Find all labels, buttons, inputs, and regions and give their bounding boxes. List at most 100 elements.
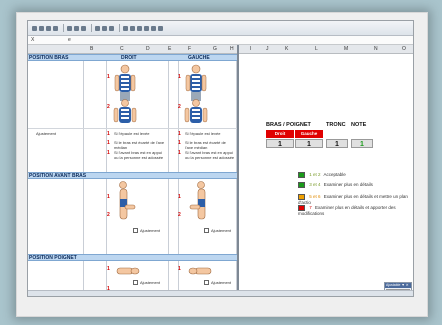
section-header-bras: POSITION BRAS DROIT GAUCHE	[28, 54, 237, 61]
droit-note: Si l'avant bras est en appui ou la perso…	[114, 150, 164, 160]
sheet-right-pane: BRAS / POIGNET TRONC NOTE Droit Gauche 1…	[240, 54, 413, 296]
cut-icon[interactable]	[67, 25, 72, 31]
ajustement-label: Ajustement	[36, 131, 57, 136]
wrist-figure-gauche	[188, 267, 212, 275]
ajustement-checkbox-gauche[interactable]: Ajustement	[204, 228, 232, 234]
legend-swatch	[298, 194, 305, 200]
score-number: 1	[107, 150, 110, 156]
arm-figure-gauche	[185, 64, 207, 101]
fill-icon[interactable]	[151, 25, 156, 31]
col-header[interactable]: E	[168, 45, 171, 53]
chart-icon[interactable]	[102, 25, 107, 31]
spreadsheet-window: X e B C D E F G H I J K L M N O POSITION…	[27, 20, 414, 297]
score-number: 1	[107, 266, 110, 272]
redo-icon[interactable]	[53, 25, 58, 31]
legend-text: Acceptable	[323, 172, 346, 178]
checkbox-icon[interactable]	[204, 280, 209, 286]
status-bar	[28, 290, 413, 296]
legend-level: 1 et 2	[309, 172, 321, 178]
save-icon[interactable]	[32, 25, 37, 31]
italic-icon[interactable]	[130, 25, 135, 31]
pane-splitter[interactable]	[237, 45, 239, 296]
score-number: 1	[107, 131, 110, 137]
col-header[interactable]: O	[402, 45, 406, 53]
zoom-icon[interactable]	[109, 25, 114, 31]
col-header[interactable]: L	[315, 45, 318, 53]
score-number: 1	[107, 140, 110, 146]
formula-value[interactable]: e	[68, 36, 71, 44]
toolbar	[28, 21, 413, 36]
wrist-figure-droit	[116, 267, 140, 275]
checkbox-label: Ajustement	[140, 228, 161, 233]
section-title: POSITION POIGNET	[29, 255, 77, 261]
copy-icon[interactable]	[74, 25, 79, 31]
col-header[interactable]: N	[374, 45, 378, 53]
ajustement-checkbox-gauche[interactable]: Ajustement	[204, 280, 231, 286]
sort-icon[interactable]	[95, 25, 100, 31]
section-title: POSITION AVANT BRAS	[29, 173, 87, 179]
summary-header-bras: BRAS / POIGNET	[266, 122, 311, 128]
header-droit: DROIT	[121, 55, 137, 61]
summary-value-droit: 1	[266, 139, 294, 148]
gauche-note: Si l'avant bras est en appui ou la perso…	[185, 150, 235, 160]
summary-sub-gauche: Gauche	[295, 130, 323, 138]
font-color-icon[interactable]	[158, 25, 163, 31]
checkbox-label: Ajustement	[211, 228, 232, 233]
score-number: 1	[178, 74, 181, 80]
arm-figure-gauche	[184, 99, 208, 123]
droit-note: Si le bras est écarté de l'axe médian	[114, 140, 165, 150]
summary-sub-droit: Droit	[266, 130, 294, 138]
score-number: 1	[178, 194, 181, 200]
gauche-note: Si l'épaule est levée	[185, 131, 221, 136]
score-number: 2	[178, 212, 181, 218]
score-number: 1	[178, 266, 181, 272]
score-number: 2	[107, 104, 110, 110]
undo-icon[interactable]	[46, 25, 51, 31]
score-number: 1	[107, 194, 110, 200]
print-icon[interactable]	[39, 25, 44, 31]
floating-panel-title[interactable]: Ajustable ▼ ✕	[385, 283, 411, 288]
summary-value-tronc: 1	[326, 139, 348, 148]
arm-figure-droit	[114, 64, 136, 101]
legend-swatch	[298, 205, 305, 211]
score-number: 1	[178, 131, 181, 137]
score-number: 1	[178, 150, 181, 156]
border-icon[interactable]	[144, 25, 149, 31]
col-header[interactable]: D	[146, 45, 150, 53]
toolbar-separator	[63, 24, 64, 32]
forearm-figure-droit	[119, 181, 136, 220]
col-header[interactable]: B	[90, 45, 93, 53]
ajustement-checkbox-droit[interactable]: Ajustement	[133, 228, 161, 234]
col-header[interactable]: J	[266, 45, 269, 53]
toolbar-separator	[91, 24, 92, 32]
summary-value-gauche: 1	[295, 139, 323, 148]
formula-bar[interactable]: X e	[28, 36, 413, 45]
name-box[interactable]: X	[31, 36, 34, 44]
sheet-left-pane: POSITION BRAS DROIT GAUCHE 1 2 1 2 Ajust…	[28, 54, 237, 296]
section-title: POSITION BRAS	[29, 55, 69, 61]
checkbox-icon[interactable]	[133, 228, 138, 234]
col-header[interactable]: I	[250, 45, 251, 53]
align-icon[interactable]	[137, 25, 142, 31]
section-header-poignet: POSITION POIGNET	[28, 254, 237, 261]
legend-level: 3 et 4	[309, 182, 321, 188]
summary-value-note: 1	[351, 139, 373, 148]
legend-item: 3 et 4 Examiner plus en détails	[298, 182, 373, 188]
col-header[interactable]: H	[230, 45, 234, 53]
col-header[interactable]: C	[120, 45, 124, 53]
col-header[interactable]: G	[213, 45, 217, 53]
ajustement-checkbox-droit[interactable]: Ajustement	[133, 280, 160, 286]
col-header[interactable]: K	[285, 45, 288, 53]
legend-level: 7	[309, 205, 312, 211]
forearm-figure-gauche	[189, 181, 206, 220]
checkbox-icon[interactable]	[204, 228, 209, 234]
grid-line	[28, 128, 237, 129]
checkbox-icon[interactable]	[133, 280, 138, 286]
summary-header-tronc: TRONC	[326, 122, 346, 128]
col-header[interactable]: F	[188, 45, 191, 53]
score-number: 2	[107, 212, 110, 218]
bold-icon[interactable]	[123, 25, 128, 31]
paste-icon[interactable]	[81, 25, 86, 31]
col-header[interactable]: M	[344, 45, 348, 53]
score-number: 2	[178, 104, 181, 110]
